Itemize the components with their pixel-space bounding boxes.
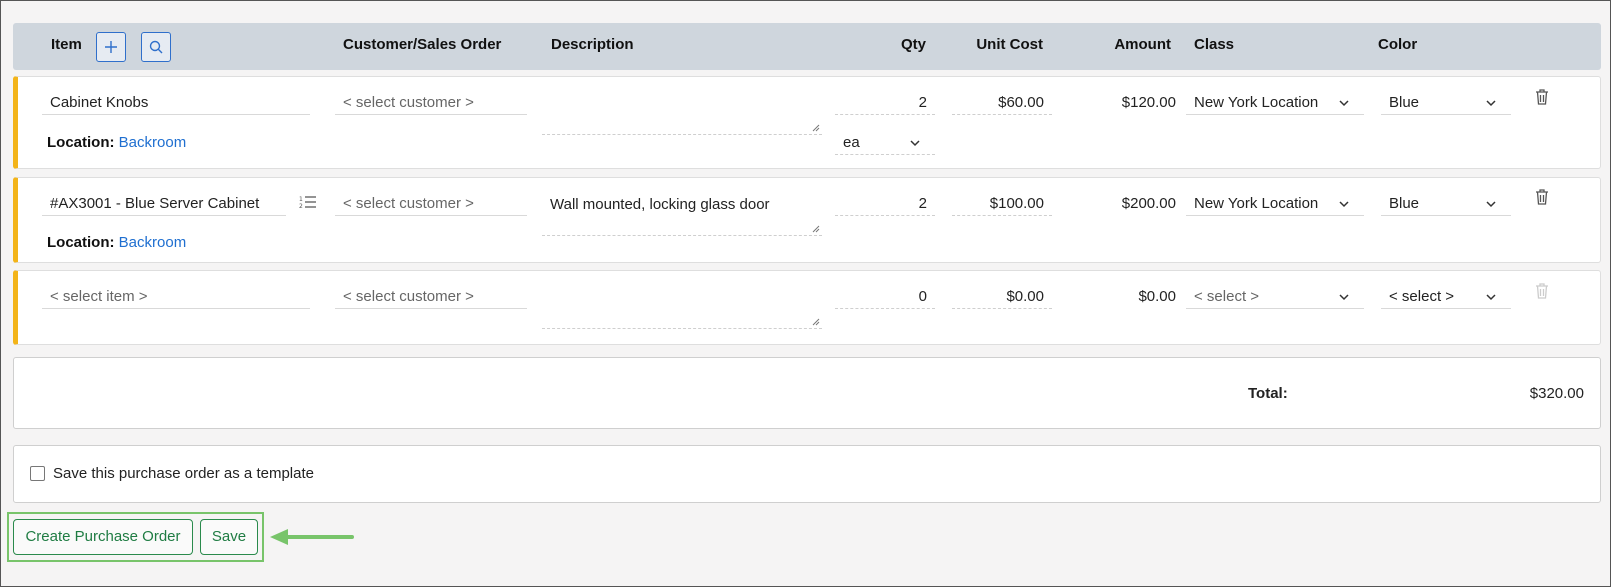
unit-cost-input[interactable]: $60.00 <box>952 91 1052 115</box>
color-value: Blue <box>1389 195 1420 212</box>
plus-icon <box>105 41 117 53</box>
chevron-down-icon <box>1339 100 1349 107</box>
total-value: $320.00 <box>1529 385 1584 402</box>
description-text: Wall mounted, locking glass door <box>550 196 770 213</box>
save-button[interactable]: Save <box>200 519 258 555</box>
customer-select[interactable]: < select customer > <box>335 285 527 309</box>
resize-handle-icon[interactable] <box>812 124 820 132</box>
color-value: Blue <box>1389 94 1420 111</box>
amount-value: $120.00 <box>1121 94 1176 111</box>
customer-select[interactable]: < select customer > <box>335 91 527 115</box>
location-line: Location: Backroom <box>47 134 186 151</box>
qty-input[interactable]: 0 <box>835 285 935 309</box>
header-class: Class <box>1194 36 1235 53</box>
location-label: Location: <box>47 234 115 251</box>
description-input[interactable] <box>542 89 822 135</box>
color-select[interactable]: Blue <box>1381 192 1511 216</box>
class-select[interactable]: New York Location <box>1186 192 1364 216</box>
qty-input[interactable]: 2 <box>835 192 935 216</box>
amount-value: $200.00 <box>1121 195 1176 212</box>
add-item-button[interactable] <box>96 32 126 62</box>
arrow-left-icon <box>270 529 354 545</box>
header-color: Color <box>1378 36 1418 53</box>
class-value: New York Location <box>1194 195 1319 212</box>
item-select[interactable]: #AX3001 - Blue Server Cabinet <box>42 192 286 216</box>
color-value: < select > <box>1389 288 1455 305</box>
description-input[interactable] <box>542 283 822 329</box>
chevron-down-icon <box>910 140 920 147</box>
qty-input[interactable]: 2 <box>835 91 935 115</box>
trash-icon[interactable] <box>1534 88 1550 106</box>
description-input[interactable]: Wall mounted, locking glass door <box>542 190 822 236</box>
trash-icon <box>1536 283 1548 299</box>
color-select[interactable]: < select > <box>1381 285 1511 309</box>
header-description: Description <box>551 36 634 53</box>
unit-select[interactable]: ea <box>835 131 935 155</box>
item-select[interactable]: < select item > <box>42 285 310 309</box>
save-template-checkbox[interactable] <box>30 466 45 481</box>
line-items-header: Item Customer/Sales Order Description Qt… <box>13 23 1601 70</box>
chevron-down-icon <box>1486 294 1496 301</box>
location-link[interactable]: Backroom <box>119 234 187 251</box>
resize-handle-icon[interactable] <box>812 225 820 233</box>
customer-select[interactable]: < select customer > <box>335 192 527 216</box>
class-value: < select > <box>1194 288 1260 305</box>
color-select[interactable]: Blue <box>1381 91 1511 115</box>
header-item: Item <box>51 36 82 53</box>
item-select[interactable]: Cabinet Knobs <box>42 91 310 115</box>
amount-value: $0.00 <box>1138 288 1176 305</box>
unit-cost-input[interactable]: $100.00 <box>952 192 1052 216</box>
location-link[interactable]: Backroom <box>119 134 187 151</box>
header-customer: Customer/Sales Order <box>343 36 502 53</box>
svg-text:2: 2 <box>299 203 303 209</box>
class-value: New York Location <box>1194 94 1319 111</box>
total-label: Total: <box>1248 385 1288 402</box>
search-item-button[interactable] <box>141 32 171 62</box>
class-select[interactable]: New York Location <box>1186 91 1364 115</box>
unit-cost-input[interactable]: $0.00 <box>952 285 1052 309</box>
class-select[interactable]: < select > <box>1186 285 1364 309</box>
line-item-row: #AX3001 - Blue Server Cabinet 12 < selec… <box>13 177 1601 263</box>
svg-text:1: 1 <box>299 196 303 203</box>
search-icon <box>149 40 163 54</box>
chevron-down-icon <box>1339 294 1349 301</box>
header-qty: Qty <box>900 36 926 53</box>
template-panel: Save this purchase order as a template <box>13 445 1601 503</box>
header-amount: Amount <box>1114 36 1171 53</box>
save-template-label: Save this purchase order as a template <box>53 465 314 482</box>
chevron-down-icon <box>1486 100 1496 107</box>
numbered-list-icon[interactable]: 12 <box>299 195 317 209</box>
line-item-row: < select item > < select customer > 0 $0… <box>13 270 1601 345</box>
location-label: Location: <box>47 134 115 151</box>
total-panel: Total: $320.00 <box>13 357 1601 429</box>
line-item-row: Cabinet Knobs < select customer > 2 ea $… <box>13 76 1601 169</box>
header-unit-cost: Unit Cost <box>976 36 1043 53</box>
resize-handle-icon[interactable] <box>812 318 820 326</box>
trash-icon[interactable] <box>1534 188 1550 206</box>
chevron-down-icon <box>1339 201 1349 208</box>
create-purchase-order-button[interactable]: Create Purchase Order <box>13 519 193 555</box>
unit-value: ea <box>843 134 860 151</box>
chevron-down-icon <box>1486 201 1496 208</box>
location-line: Location: Backroom <box>47 234 186 251</box>
